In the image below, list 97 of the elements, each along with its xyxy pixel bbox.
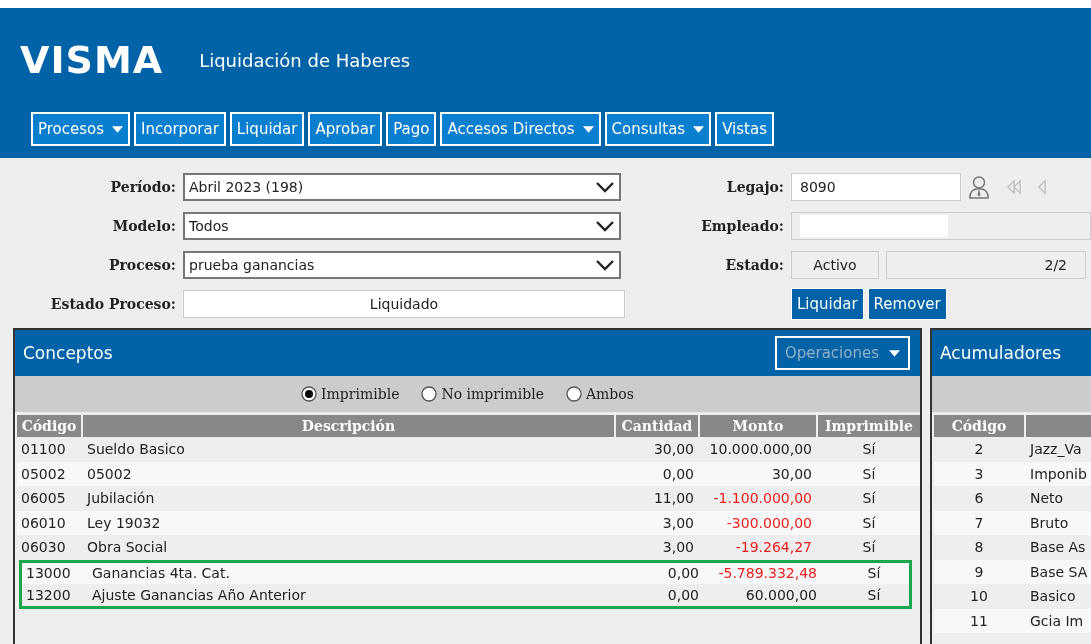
- nav-menu-button[interactable]: Aprobar: [308, 112, 383, 146]
- table-cell-text: Basico: [1029, 588, 1077, 605]
- person-icon[interactable]: [968, 175, 990, 199]
- panel-title: Acumuladores: [940, 343, 1062, 363]
- table-cell-text: 0,00: [661, 465, 695, 482]
- table-cell-text: 0,00: [666, 586, 700, 603]
- action-button[interactable]: Remover: [867, 288, 947, 320]
- table-cell-text: 3: [973, 465, 985, 482]
- table-cell-text: Jazz_Va: [1028, 441, 1083, 458]
- table-cell-text: 2: [973, 441, 985, 458]
- app-title: Liquidación de Haberes: [199, 49, 411, 71]
- nav-menu-button[interactable]: Procesos: [31, 112, 131, 146]
- table-cell-text: 10: [969, 588, 989, 605]
- column-header: Imprimible: [818, 415, 920, 437]
- field-label: Estado:: [724, 257, 784, 273]
- table-cell-text: Sí: [866, 565, 882, 582]
- field-label: Empleado:: [700, 218, 784, 234]
- visma-logo: VISMA: [20, 38, 164, 82]
- radio-icon[interactable]: [301, 386, 318, 402]
- record-counter: 2/2: [886, 251, 1086, 279]
- field-label: Legajo:: [725, 179, 784, 195]
- status-field: Activo: [791, 251, 879, 279]
- table-cell-text: Sí: [861, 490, 877, 507]
- table-cell-text: 11,00: [652, 490, 695, 507]
- radio-icon[interactable]: [421, 386, 438, 402]
- table-cell-text: 01100: [20, 441, 67, 458]
- panel-title: Conceptos: [23, 343, 113, 363]
- chevron-down-icon: [595, 259, 615, 271]
- nav-menu-button[interactable]: Liquidar: [229, 112, 305, 146]
- select-field[interactable]: Abril 2023 (198): [183, 173, 621, 201]
- table-cell-text: Base SA: [1029, 563, 1089, 580]
- action-button[interactable]: Liquidar: [791, 288, 864, 320]
- table-cell-text: 7: [973, 514, 985, 531]
- chevron-down-icon: [595, 181, 615, 193]
- select-field[interactable]: Todos: [183, 212, 621, 240]
- table-cell-text: Sí: [861, 539, 877, 556]
- table-cell-text: -300.000,00: [725, 514, 813, 531]
- table-cell-text: 05002: [86, 465, 133, 482]
- table-cell-text: Gcia Im: [1029, 612, 1085, 629]
- table-cell-text: Sí: [866, 586, 882, 603]
- table-cell-text: 06010: [20, 514, 67, 531]
- table-cell-text: -19.264,27: [734, 539, 813, 556]
- column-header: Monto: [700, 415, 816, 437]
- radio-icon[interactable]: [565, 386, 582, 402]
- legajo-field[interactable]: 8090: [791, 173, 961, 201]
- table-cell-text: 3,00: [661, 539, 695, 556]
- column-header: Cantidad: [616, 415, 698, 437]
- table-cell-text: 13200: [25, 586, 72, 603]
- table-cell-text: 6: [973, 490, 985, 507]
- table-cell-text: Ajuste Ganancias Año Anterior: [91, 586, 307, 603]
- table-cell-text: 0,00: [666, 565, 700, 582]
- table-cell-text: 8: [973, 539, 985, 556]
- table-cell-text: 60.000,00: [744, 586, 818, 603]
- table-cell-text: Ley 19032: [86, 514, 162, 531]
- table-cell-text: Jubilación: [85, 490, 156, 507]
- table-cell-text: Ganancias 4ta. Cat.: [91, 565, 231, 582]
- select-field[interactable]: prueba ganancias: [183, 251, 621, 279]
- table-cell-text: Imponib: [1029, 465, 1088, 482]
- table-cell-text: 06030: [20, 539, 67, 556]
- table-cell-text: Sí: [861, 441, 877, 458]
- status-field: Liquidado: [183, 290, 625, 318]
- table-cell-text: Sí: [861, 465, 877, 482]
- column-header: Código: [17, 415, 81, 437]
- table-cell-text: Neto: [1029, 490, 1065, 507]
- nav-menu-button[interactable]: Accesos Directos: [440, 112, 601, 146]
- table-cell-text: 30,00: [652, 441, 695, 458]
- table-cell-text: 11: [969, 612, 989, 629]
- filter-radio[interactable]: No imprimible: [421, 386, 544, 402]
- table-cell-text: 30,00: [770, 465, 813, 482]
- table-cell-text: 3,00: [661, 514, 695, 531]
- field-label: Período:: [109, 179, 176, 195]
- filter-radio[interactable]: Ambos: [565, 386, 634, 402]
- column-header: Descripción: [83, 415, 614, 437]
- filter-radio[interactable]: Imprimible: [301, 386, 400, 402]
- field-label: Modelo:: [111, 218, 176, 234]
- table-cell-text: 05002: [20, 465, 67, 482]
- nav-menu-button[interactable]: Incorporar: [134, 112, 226, 146]
- table-cell-text: -1.100.000,00: [712, 490, 813, 507]
- table-cell-text: Sí: [861, 514, 877, 531]
- field-label: Proceso:: [107, 257, 176, 273]
- table-cell-text: Sueldo Basico: [86, 441, 186, 458]
- table-cell-text: Bruto: [1029, 514, 1070, 531]
- column-header: Código: [934, 415, 1024, 437]
- caret-icon: [889, 349, 900, 357]
- nav-menu-button[interactable]: Vistas: [715, 112, 774, 146]
- field-label: Estado Proceso:: [49, 296, 176, 312]
- table-cell-text: -5.789.332,48: [717, 565, 818, 582]
- chevron-down-icon: [595, 220, 615, 232]
- table-cell-text: Obra Social: [86, 539, 169, 556]
- table-cell-text: 13000: [25, 565, 72, 582]
- nav-menu-button[interactable]: Consultas: [604, 112, 712, 146]
- table-cell-text: 9: [973, 563, 985, 580]
- table-cell-text: 06005: [20, 490, 67, 507]
- nav-menu-button[interactable]: Pago: [386, 112, 437, 146]
- column-header: [1026, 415, 1091, 437]
- table-cell-text: Base As: [1029, 539, 1087, 556]
- table-cell-text: 10.000.000,00: [708, 441, 813, 458]
